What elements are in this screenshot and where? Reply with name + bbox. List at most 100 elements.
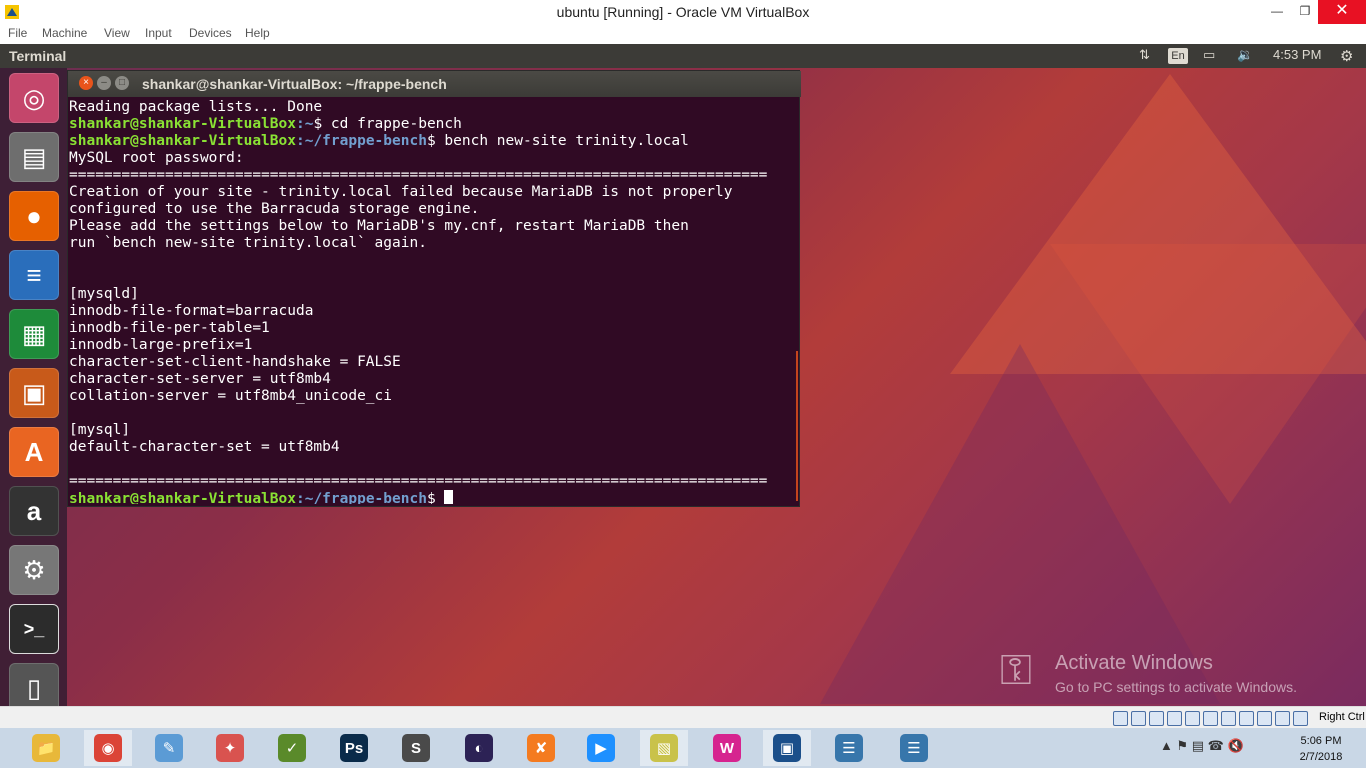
shared-folders-icon[interactable] xyxy=(1203,711,1218,726)
taskbar-eclipse-icon[interactable]: ◐ xyxy=(455,730,503,766)
host-window-title: ubuntu [Running] - Oracle VM VirtualBox xyxy=(556,4,810,20)
launcher-trash-icon[interactable]: ▯ xyxy=(9,663,59,706)
video-capture-icon[interactable] xyxy=(1239,711,1254,726)
ubuntu-top-panel: Terminal ⇅ En ▭ 🔉 4:53 PM ⚙ xyxy=(0,44,1366,68)
taskbar-photoshop-icon[interactable]: Ps xyxy=(330,730,378,766)
taskbar-chrome-icon[interactable]: ◉ xyxy=(84,730,132,766)
usb-icon[interactable] xyxy=(1185,711,1200,726)
launcher-terminal-icon[interactable]: >_ xyxy=(9,604,59,654)
taskbar-virtualbox-icon[interactable]: ▣ xyxy=(763,730,811,766)
optical-drive-icon[interactable] xyxy=(1131,711,1146,726)
prompt-path: :~/frappe-bench xyxy=(295,133,427,149)
launcher-calc-icon[interactable]: ▦ xyxy=(9,309,59,359)
terminal-line: [mysql] xyxy=(69,422,131,438)
network-icon[interactable] xyxy=(1167,711,1182,726)
chrome-glyph: ◉ xyxy=(94,734,122,762)
terminal-maximize-button[interactable]: □ xyxy=(115,76,129,90)
files-glyph: ▤ xyxy=(21,141,47,172)
cpu-icon[interactable] xyxy=(1257,711,1272,726)
launcher-settings-icon[interactable]: ⚙ xyxy=(9,545,59,595)
settings-icon[interactable]: ⚙ xyxy=(1340,47,1353,65)
terminal-line: innodb-large-prefix=1 xyxy=(69,337,253,353)
terminal-window[interactable]: × – □ shankar@shankar-VirtualBox: ~/frap… xyxy=(67,70,801,507)
host-key-label: Right Ctrl xyxy=(1319,711,1365,723)
file-explorer-glyph: 📁 xyxy=(32,734,60,762)
launcher-firefox-icon[interactable]: ● xyxy=(9,191,59,241)
taskbar-file-explorer-icon[interactable]: 📁 xyxy=(22,730,70,766)
taskbar-python-icon[interactable]: ☰ xyxy=(890,730,938,766)
terminal-line: Creation of your site - trinity.local fa… xyxy=(69,184,742,200)
firefox-glyph: ● xyxy=(26,200,42,231)
command-text: $ cd frappe-bench xyxy=(313,116,462,132)
terminal-close-button[interactable]: × xyxy=(79,76,93,90)
terminal-line: shankar@shankar-VirtualBox:~/frappe-benc… xyxy=(69,133,799,150)
menu-input[interactable]: Input xyxy=(145,26,172,40)
taskbar-clock[interactable]: 5:06 PM 2/7/2018 xyxy=(1286,733,1356,765)
system-tray-icons[interactable]: ▲ ⚑ ▤ ☎ 🔇 xyxy=(1160,738,1244,754)
notepad-glyph: ✎ xyxy=(155,734,183,762)
launcher-files-icon[interactable]: ▤ xyxy=(9,132,59,182)
terminal-title: shankar@shankar-VirtualBox: ~/frappe-ben… xyxy=(142,76,447,92)
taskbar-app-red-icon[interactable]: ✦ xyxy=(206,730,254,766)
prompt-user: shankar@shankar-VirtualBox xyxy=(69,491,296,504)
clock-date: 2/7/2018 xyxy=(1299,751,1343,763)
vbox-menu-bar: File Machine View Input Devices Help xyxy=(0,24,1366,44)
guest-desktop: Terminal ⇅ En ▭ 🔉 4:53 PM ⚙ ◎ ▤ ● ≡ ▦ ▣ … xyxy=(0,44,1366,706)
keyboard-capture-icon[interactable] xyxy=(1293,711,1308,726)
close-button[interactable]: ✕ xyxy=(1318,0,1366,24)
host-window-titlebar: ubuntu [Running] - Oracle VM VirtualBox … xyxy=(0,0,1366,24)
taskbar-notepad-icon[interactable]: ✎ xyxy=(145,730,193,766)
taskbar-sublime-text-icon[interactable]: S xyxy=(392,730,440,766)
terminal-line: innodb-file-format=barracuda xyxy=(69,303,314,319)
launcher-amazon-icon[interactable]: a xyxy=(9,486,59,536)
terminal-line: ========================================… xyxy=(69,167,768,183)
taskbar-media-player-icon[interactable]: ▶ xyxy=(577,730,625,766)
terminal-minimize-button[interactable]: – xyxy=(97,76,111,90)
launcher-software-center-icon[interactable]: A xyxy=(9,427,59,477)
minimize-button[interactable]: — xyxy=(1262,0,1292,24)
windows-taskbar: 📁 ◉ ✎ ✦ ✓ Ps S ◐ ✘ ▶ ▧ W ▣ ☰ ☰ ▲ ⚑ ▤ ☎ 🔇 5:06 PM 2/7/2018 xyxy=(0,728,1366,768)
language-indicator[interactable]: En xyxy=(1168,48,1188,64)
calc-glyph: ▦ xyxy=(21,318,47,349)
keyboard-input-icon[interactable]: ⇅ xyxy=(1139,47,1150,63)
menu-view[interactable]: View xyxy=(104,26,130,40)
active-app-name: Terminal xyxy=(9,48,67,64)
menu-help[interactable]: Help xyxy=(245,26,270,40)
taskbar-wampserver-icon[interactable]: W xyxy=(703,730,751,766)
launcher-writer-icon[interactable]: ≡ xyxy=(9,250,59,300)
prompt-user: shankar@shankar-VirtualBox xyxy=(69,133,296,149)
audio-icon[interactable] xyxy=(1149,711,1164,726)
key-icon: ⚿ xyxy=(1000,646,1032,693)
display-icon[interactable] xyxy=(1221,711,1236,726)
menu-file[interactable]: File xyxy=(8,26,27,40)
panel-clock[interactable]: 4:53 PM xyxy=(1273,47,1321,62)
launcher-ubuntu-dash-icon[interactable]: ◎ xyxy=(9,73,59,123)
terminal-line: run `bench new-site trinity.local` again… xyxy=(69,235,427,251)
taskbar-sticky-notes-icon[interactable]: ▧ xyxy=(640,730,688,766)
command-text: $ xyxy=(426,491,445,504)
terminal-output[interactable]: Reading package lists... Done shankar@sha… xyxy=(69,99,799,504)
mouse-integration-icon[interactable] xyxy=(1275,711,1290,726)
terminal-scrollbar[interactable] xyxy=(796,351,798,501)
prompt-user: shankar@shankar-VirtualBox xyxy=(69,116,296,132)
trash-glyph: ▯ xyxy=(26,672,42,703)
hard-disk-icon[interactable] xyxy=(1113,711,1128,726)
taskbar-app-green-icon[interactable]: ✓ xyxy=(268,730,316,766)
maximize-button[interactable]: ❐ xyxy=(1290,0,1320,24)
menu-devices[interactable]: Devices xyxy=(189,26,232,40)
ubuntu-launcher: ◎ ▤ ● ≡ ▦ ▣ A a ⚙ >_ ▯ xyxy=(0,68,67,706)
battery-icon[interactable]: ▭ xyxy=(1203,47,1215,63)
taskbar-python-idle-icon[interactable]: ☰ xyxy=(825,730,873,766)
taskbar-xampp-icon[interactable]: ✘ xyxy=(517,730,565,766)
photoshop-glyph: Ps xyxy=(340,734,368,762)
virtualbox-glyph: ▣ xyxy=(773,734,801,762)
amazon-glyph: a xyxy=(26,495,42,526)
menu-machine[interactable]: Machine xyxy=(42,26,87,40)
sticky-notes-glyph: ▧ xyxy=(650,734,678,762)
volume-icon[interactable]: 🔉 xyxy=(1237,47,1253,63)
terminal-titlebar[interactable]: × – □ shankar@shankar-VirtualBox: ~/frap… xyxy=(68,71,801,97)
launcher-impress-icon[interactable]: ▣ xyxy=(9,368,59,418)
vbox-status-bar: Right Ctrl xyxy=(0,706,1366,729)
xampp-glyph: ✘ xyxy=(527,734,555,762)
